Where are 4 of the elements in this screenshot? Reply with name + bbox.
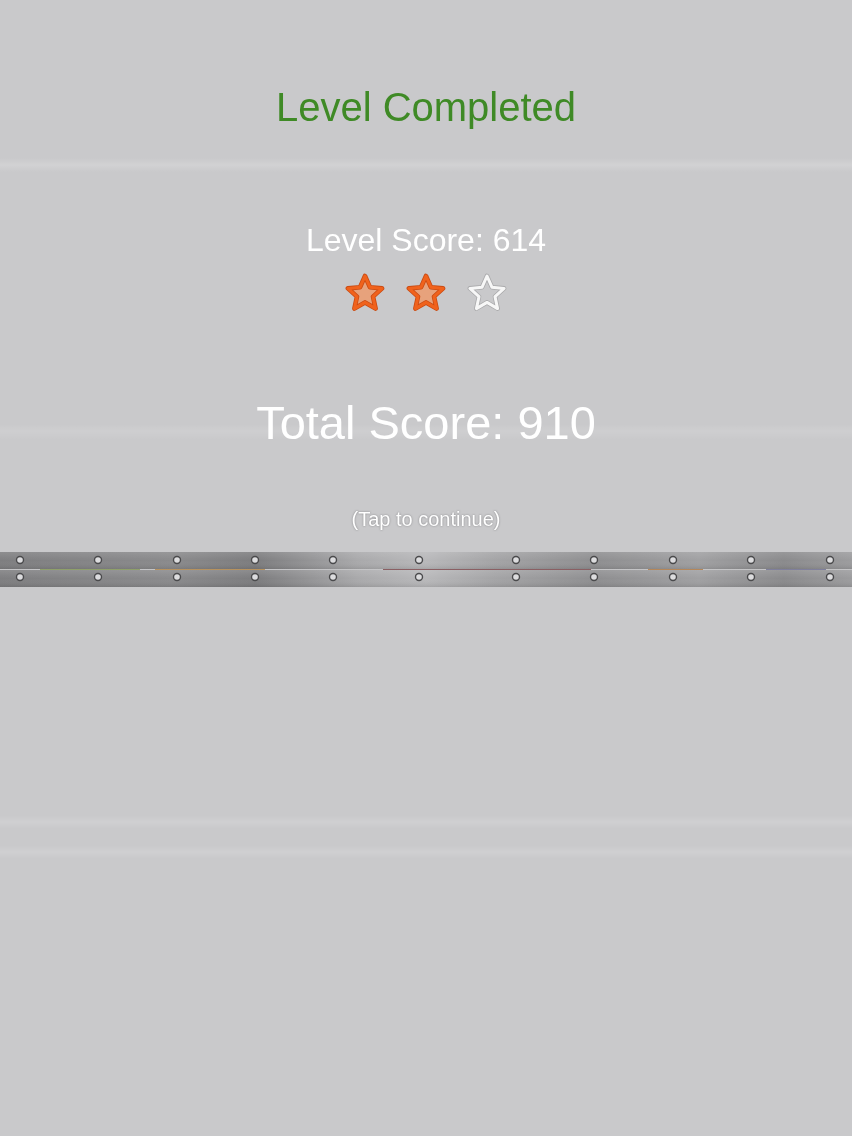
level-completed-title: Level Completed [275, 84, 577, 130]
star-icon [467, 273, 507, 312]
star-icon [406, 273, 446, 312]
star-icon [345, 273, 385, 312]
